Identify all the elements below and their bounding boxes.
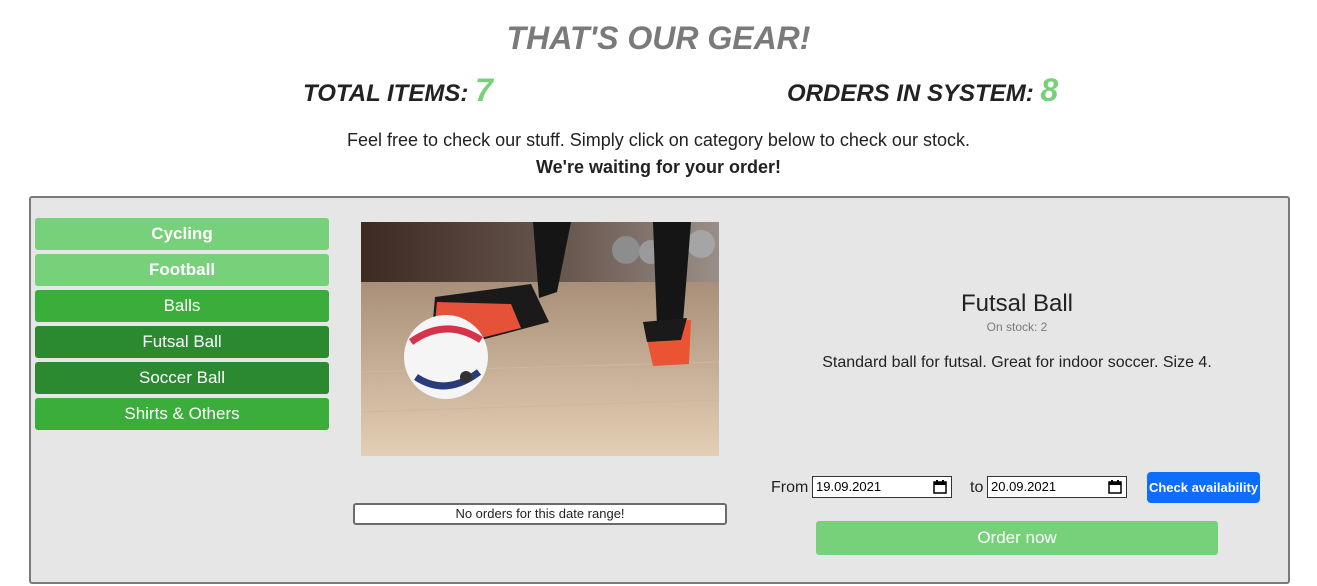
- to-date-value: 20.09.2021: [991, 479, 1057, 494]
- futsal-photo: [361, 222, 719, 456]
- total-items-stat: TOTAL ITEMS: 7: [303, 72, 493, 109]
- product-image: [361, 222, 719, 456]
- orders-count: 8: [1040, 72, 1059, 108]
- category-football[interactable]: Football: [35, 254, 329, 286]
- stock-count: On stock: 2: [986, 320, 1048, 334]
- shop-panel: Cycling Football Balls Futsal Ball Socce…: [29, 196, 1290, 584]
- product-name: Futsal Ball: [960, 290, 1074, 317]
- check-availability-button[interactable]: Check availability: [1147, 472, 1260, 503]
- orders-stat: ORDERS IN SYSTEM: 8: [787, 72, 1058, 109]
- intro-callout: We're waiting for your order!: [536, 157, 781, 177]
- category-balls[interactable]: Balls: [35, 290, 329, 322]
- total-items-label: TOTAL ITEMS:: [303, 80, 469, 107]
- to-date-input[interactable]: 20.09.2021: [987, 476, 1127, 498]
- product-description: Standard ball for futsal. Great for indo…: [822, 354, 1212, 371]
- category-cycling[interactable]: Cycling: [35, 218, 329, 250]
- orders-label: ORDERS IN SYSTEM:: [787, 80, 1034, 107]
- total-items-count: 7: [475, 72, 493, 108]
- category-futsal-ball[interactable]: Futsal Ball: [35, 326, 329, 358]
- calendar-icon[interactable]: [1108, 479, 1122, 494]
- to-label: to: [970, 479, 984, 496]
- intro-text: Feel free to check our stuff. Simply cli…: [347, 130, 970, 150]
- page-title: THAT'S OUR GEAR!: [506, 20, 811, 56]
- from-date-value: 19.09.2021: [816, 479, 882, 494]
- orders-notice: No orders for this date range!: [353, 503, 727, 525]
- category-soccer-ball[interactable]: Soccer Ball: [35, 362, 329, 394]
- from-date-input[interactable]: 19.09.2021: [812, 476, 952, 498]
- from-label: From: [771, 479, 809, 496]
- calendar-icon[interactable]: [933, 479, 947, 494]
- category-shirts-others[interactable]: Shirts & Others: [35, 398, 329, 430]
- order-now-button[interactable]: Order now: [816, 521, 1218, 555]
